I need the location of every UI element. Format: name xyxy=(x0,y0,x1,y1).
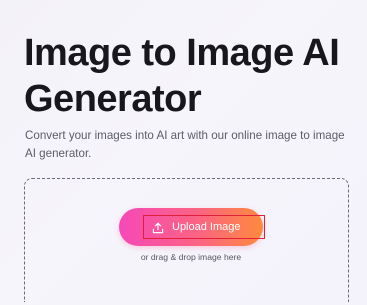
upload-image-button[interactable]: Upload Image xyxy=(119,208,265,246)
drag-drop-hint: or drag & drop image here xyxy=(140,252,242,262)
upload-button-label: Upload Image xyxy=(172,221,241,233)
page-subtitle: Convert your images into AI art with our… xyxy=(25,129,345,160)
page-title: Image to Image AI Generator xyxy=(24,32,340,120)
upload-button-highlight[interactable]: Upload Image xyxy=(143,215,265,239)
page: Image to Image AI Generator Convert your… xyxy=(0,0,367,305)
upload-icon xyxy=(152,221,164,234)
